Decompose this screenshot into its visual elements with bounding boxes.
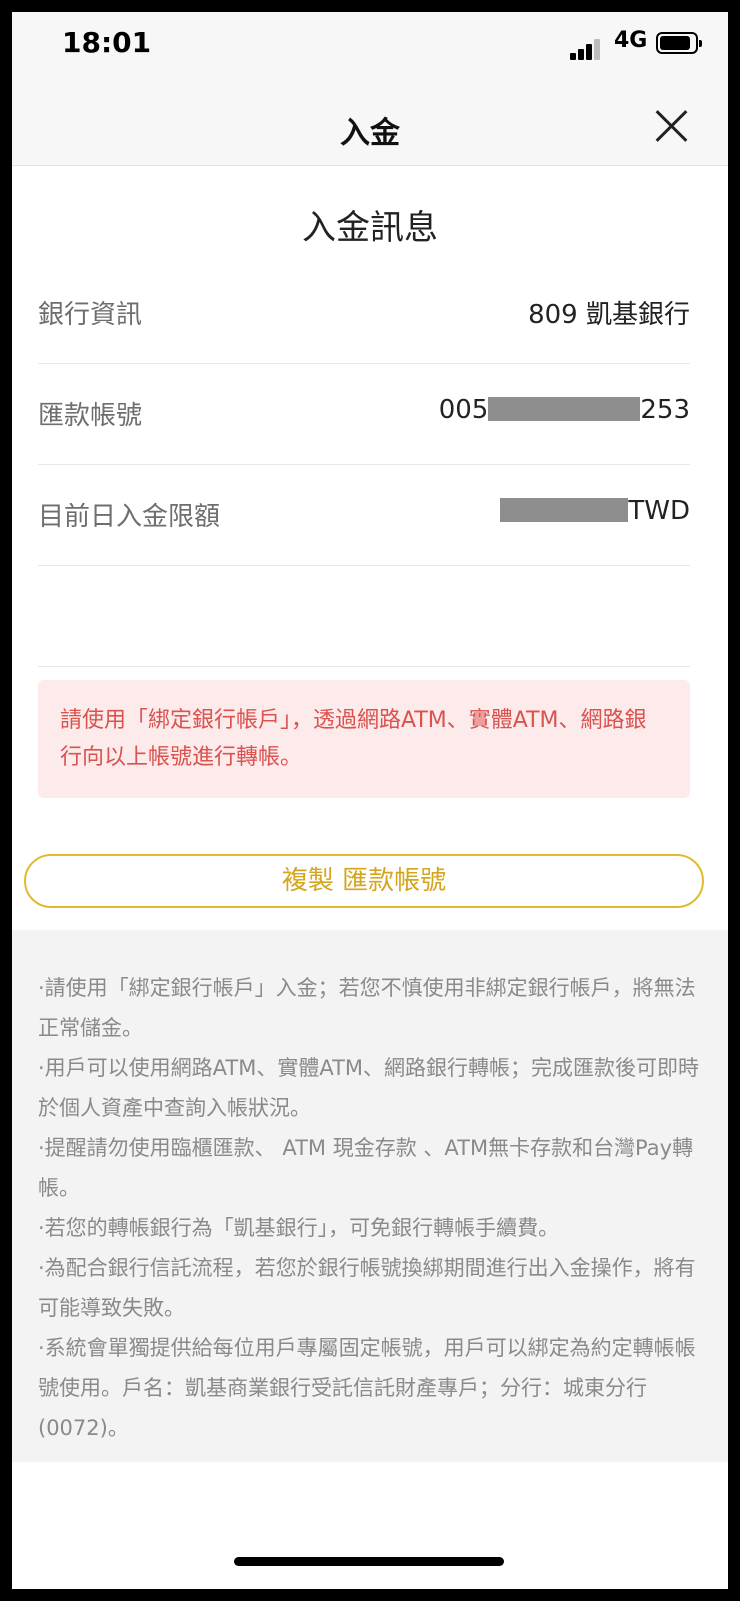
deposit-limit-row: 目前日入金限額 TWD <box>38 466 690 566</box>
note-item: ·請使用「綁定銀行帳戶」入金；若您不慎使用非綁定銀行帳戶，將無法正常儲金。 <box>38 976 696 1040</box>
close-icon[interactable] <box>654 108 690 144</box>
nav-bar: 入金 <box>12 72 728 166</box>
bank-info-value: 809 凱基銀行 <box>528 300 690 330</box>
deposit-limit-value: TWD <box>500 496 690 526</box>
screen: 18:01 4G 入金 入金訊息 銀行資訊 809 凱基銀行 匯款帳號 005 2… <box>12 12 728 1589</box>
page-title: 入金 <box>340 116 400 151</box>
note-item: ·用戶可以使用網路ATM、實體ATM、網路銀行轉帳；完成匯款後可即時於個人資產中… <box>38 1056 700 1120</box>
battery-icon <box>656 32 702 54</box>
status-time: 18:01 <box>62 26 152 59</box>
bank-info-label: 銀行資訊 <box>38 300 143 330</box>
empty-row <box>38 567 690 667</box>
note-item: ·為配合銀行信託流程，若您於銀行帳號換綁期間進行出入金操作，將有可能導致失敗。 <box>38 1256 696 1320</box>
note-item: ·系統會單獨提供給每位用戶專屬固定帳號，用戶可以綁定為約定轉帳帳號使用。戶名：凱… <box>38 1336 696 1440</box>
deposit-limit-mask <box>500 498 629 522</box>
home-indicator[interactable] <box>234 1557 504 1566</box>
section-title: 入金訊息 <box>302 208 438 248</box>
deposit-limit-label: 目前日入金限額 <box>38 502 221 532</box>
account-number-label: 匯款帳號 <box>38 401 143 431</box>
account-number-mask <box>488 397 641 421</box>
transfer-alert: 請使用「綁定銀行帳戶」，透過網路ATM、實體ATM、網路銀行向以上帳號進行轉帳。 <box>38 680 690 798</box>
network-type: 4G <box>614 28 648 53</box>
copy-account-button[interactable]: 複製 匯款帳號 <box>24 854 704 908</box>
account-number-prefix: 005 <box>438 395 489 425</box>
account-number-suffix: 253 <box>640 395 690 425</box>
note-item: ·若您的轉帳銀行為「凱基銀行」，可免銀行轉帳手續費。 <box>38 1216 560 1240</box>
note-item: ·提醒請勿使用臨櫃匯款、 ATM 現金存款 、ATM無卡存款和台灣Pay轉帳。 <box>38 1136 694 1200</box>
account-number-row: 匯款帳號 005 253 <box>38 365 690 465</box>
deposit-limit-unit: TWD <box>628 496 690 526</box>
notes-section: ·請使用「綁定銀行帳戶」入金；若您不慎使用非綁定銀行帳戶，將無法正常儲金。 ·用… <box>12 930 728 1462</box>
account-number-value: 005 253 <box>439 395 690 425</box>
signal-icon <box>570 38 602 60</box>
bank-info-row: 銀行資訊 809 凱基銀行 <box>38 264 690 364</box>
status-bar: 18:01 4G <box>12 12 728 72</box>
